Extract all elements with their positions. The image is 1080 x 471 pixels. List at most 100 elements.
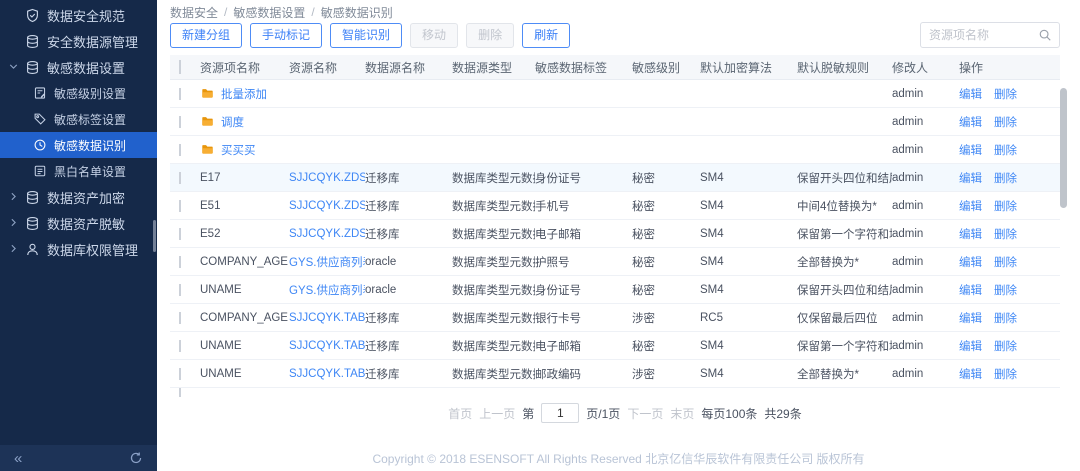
pagination-first[interactable]: 首页 bbox=[448, 405, 472, 422]
row-checkbox[interactable] bbox=[179, 368, 181, 380]
search-input[interactable] bbox=[921, 28, 1038, 42]
row-checkbox[interactable] bbox=[179, 144, 181, 156]
resource-link[interactable]: SJJCQYK.TABLE2 bbox=[289, 312, 365, 324]
table-scrollbar-thumb[interactable] bbox=[1060, 88, 1067, 208]
delete-link[interactable]: 删除 bbox=[994, 282, 1017, 298]
sensitive-level-cell: 涉密 bbox=[632, 310, 700, 326]
resource-link[interactable]: SJJCQYK.TABLE3 bbox=[289, 368, 365, 380]
edit-link[interactable]: 编辑 bbox=[959, 142, 982, 158]
table-row[interactable]: 调度admin编辑删除 bbox=[170, 108, 1060, 136]
sidebar-scrollbar-thumb[interactable] bbox=[153, 220, 156, 252]
modifier-cell: admin bbox=[892, 368, 959, 380]
folder-link[interactable]: 批量添加 bbox=[221, 86, 267, 102]
delete-link[interactable]: 删除 bbox=[994, 198, 1017, 214]
pagination-next[interactable]: 下一页 bbox=[627, 405, 663, 422]
row-checkbox[interactable] bbox=[179, 200, 181, 212]
edit-link[interactable]: 编辑 bbox=[959, 198, 982, 214]
row-checkbox[interactable] bbox=[179, 116, 181, 128]
sidebar-subitem-黑白名单设置[interactable]: 黑白名单设置 bbox=[0, 158, 157, 184]
sidebar-item-数据安全规范[interactable]: 数据安全规范 bbox=[0, 2, 157, 28]
row-checkbox[interactable] bbox=[179, 340, 181, 352]
pagination-last[interactable]: 末页 bbox=[670, 405, 694, 422]
resource-link[interactable]: SJJCQYK.ZDSY... bbox=[289, 228, 365, 240]
table-row[interactable]: E17SJJCQYK.ZDSY...迁移库数据库类型元数据身份证号秘密SM4保留… bbox=[170, 164, 1060, 192]
resource-link[interactable]: SJJCQYK.ZDSY... bbox=[289, 200, 365, 212]
delete-link[interactable]: 删除 bbox=[994, 366, 1017, 382]
refresh-icon[interactable] bbox=[129, 451, 143, 465]
新建分组-button[interactable]: 新建分组 bbox=[170, 23, 242, 48]
table-row[interactable]: UNAMESJJCQYK.TABLE2迁移库数据库类型元数据电子邮箱秘密SM4保… bbox=[170, 332, 1060, 360]
delete-link[interactable]: 删除 bbox=[994, 254, 1017, 270]
edit-link[interactable]: 编辑 bbox=[959, 226, 982, 242]
mask-rule-cell: 仅保留最后四位 bbox=[797, 310, 892, 326]
row-checkbox[interactable] bbox=[179, 228, 181, 240]
breadcrumb-item[interactable]: 数据安全 bbox=[170, 4, 218, 21]
智能识别-button[interactable]: 智能识别 bbox=[330, 23, 402, 48]
手动标记-button[interactable]: 手动标记 bbox=[250, 23, 322, 48]
delete-link[interactable]: 删除 bbox=[994, 86, 1017, 102]
sidebar-subitem-label: 敏感级别设置 bbox=[54, 85, 126, 102]
row-checkbox[interactable] bbox=[179, 88, 181, 100]
delete-link[interactable]: 删除 bbox=[994, 226, 1017, 242]
sidebar-bottom-bar: « bbox=[0, 445, 157, 471]
folder-link[interactable]: 调度 bbox=[221, 114, 244, 130]
breadcrumb-item[interactable]: 敏感数据识别 bbox=[321, 4, 393, 21]
row-checkbox[interactable] bbox=[179, 172, 181, 184]
table-row[interactable]: 批量添加admin编辑删除 bbox=[170, 80, 1060, 108]
sidebar-collapse-button[interactable]: « bbox=[14, 451, 22, 466]
folder-link[interactable]: 买买买 bbox=[221, 142, 256, 158]
resource-link[interactable]: GYS.供应商列表 bbox=[289, 285, 365, 297]
sidebar-subitem-敏感标签设置[interactable]: 敏感标签设置 bbox=[0, 106, 157, 132]
search-icon[interactable] bbox=[1038, 28, 1052, 42]
table-row[interactable]: UNAMEGYS.供应商列表oracle数据库类型元数据身份证号秘密SM4保留开… bbox=[170, 276, 1060, 304]
row-checkbox[interactable] bbox=[179, 388, 181, 397]
resource-link[interactable]: SJJCQYK.TABLE2 bbox=[289, 340, 365, 352]
checkbox-cell bbox=[170, 340, 200, 352]
delete-link[interactable]: 删除 bbox=[994, 338, 1017, 354]
edit-link[interactable]: 编辑 bbox=[959, 338, 982, 354]
sidebar-item-数据库权限管理[interactable]: 数据库权限管理 bbox=[0, 236, 157, 262]
select-all-checkbox[interactable] bbox=[179, 60, 181, 74]
edit-link[interactable]: 编辑 bbox=[959, 170, 982, 186]
breadcrumb-item[interactable]: 敏感数据设置 bbox=[233, 4, 305, 21]
edit-link[interactable]: 编辑 bbox=[959, 366, 982, 382]
resource-link[interactable]: SJJCQYK.ZDSY... bbox=[289, 172, 365, 184]
operations-cell: 编辑删除 bbox=[959, 226, 1042, 242]
edit-link[interactable]: 编辑 bbox=[959, 114, 982, 130]
checkbox-cell bbox=[170, 284, 200, 296]
sidebar-item-数据资产脱敏[interactable]: 数据资产脱敏 bbox=[0, 210, 157, 236]
table-row[interactable]: E52SJJCQYK.ZDSY...迁移库数据库类型元数据电子邮箱秘密SM4保留… bbox=[170, 220, 1060, 248]
table-row[interactable]: COMPANY_AGESJJCQYK.TABLE2迁移库数据库类型元数据银行卡号… bbox=[170, 304, 1060, 332]
resource-item-name-cell: E17 bbox=[200, 172, 289, 184]
row-checkbox[interactable] bbox=[179, 256, 181, 268]
folder-icon bbox=[200, 143, 215, 156]
row-checkbox[interactable] bbox=[179, 312, 181, 324]
table-row[interactable]: 买买买admin编辑删除 bbox=[170, 136, 1060, 164]
resource-link[interactable]: GYS.供应商列表 bbox=[289, 257, 365, 269]
delete-link[interactable]: 删除 bbox=[994, 310, 1017, 326]
edit-link[interactable]: 编辑 bbox=[959, 310, 982, 326]
row-checkbox[interactable] bbox=[179, 284, 181, 296]
table-row[interactable]: UNAMESJJCQYK.TABLE3迁移库数据库类型元数据邮政编码涉密SM4全… bbox=[170, 360, 1060, 388]
edit-link[interactable]: 编辑 bbox=[959, 254, 982, 270]
level-settings-icon bbox=[33, 86, 47, 100]
sidebar-item-label: 数据库权限管理 bbox=[47, 240, 138, 259]
pagination-prev[interactable]: 上一页 bbox=[479, 405, 515, 422]
edit-link[interactable]: 编辑 bbox=[959, 282, 982, 298]
edit-link[interactable]: 编辑 bbox=[959, 86, 982, 102]
table-row[interactable]: E51SJJCQYK.ZDSY...迁移库数据库类型元数据手机号秘密SM4中间4… bbox=[170, 192, 1060, 220]
delete-link[interactable]: 删除 bbox=[994, 114, 1017, 130]
operations-cell: 编辑删除 bbox=[959, 338, 1042, 354]
delete-link[interactable]: 删除 bbox=[994, 170, 1017, 186]
sidebar-item-数据资产加密[interactable]: 数据资产加密 bbox=[0, 184, 157, 210]
column-header: 默认脱敏规则 bbox=[797, 59, 892, 76]
sidebar-item-安全数据源管理[interactable]: 安全数据源管理 bbox=[0, 28, 157, 54]
pagination-page-input[interactable] bbox=[541, 403, 579, 423]
folder-icon bbox=[200, 115, 215, 128]
sidebar-item-敏感数据设置[interactable]: 敏感数据设置 bbox=[0, 54, 157, 80]
delete-link[interactable]: 删除 bbox=[994, 142, 1017, 158]
刷新-button[interactable]: 刷新 bbox=[522, 23, 570, 48]
sidebar-subitem-敏感级别设置[interactable]: 敏感级别设置 bbox=[0, 80, 157, 106]
sidebar-subitem-敏感数据识别[interactable]: 敏感数据识别 bbox=[0, 132, 157, 158]
table-row[interactable]: COMPANY_AGEGYS.供应商列表oracle数据库类型元数据护照号秘密S… bbox=[170, 248, 1060, 276]
